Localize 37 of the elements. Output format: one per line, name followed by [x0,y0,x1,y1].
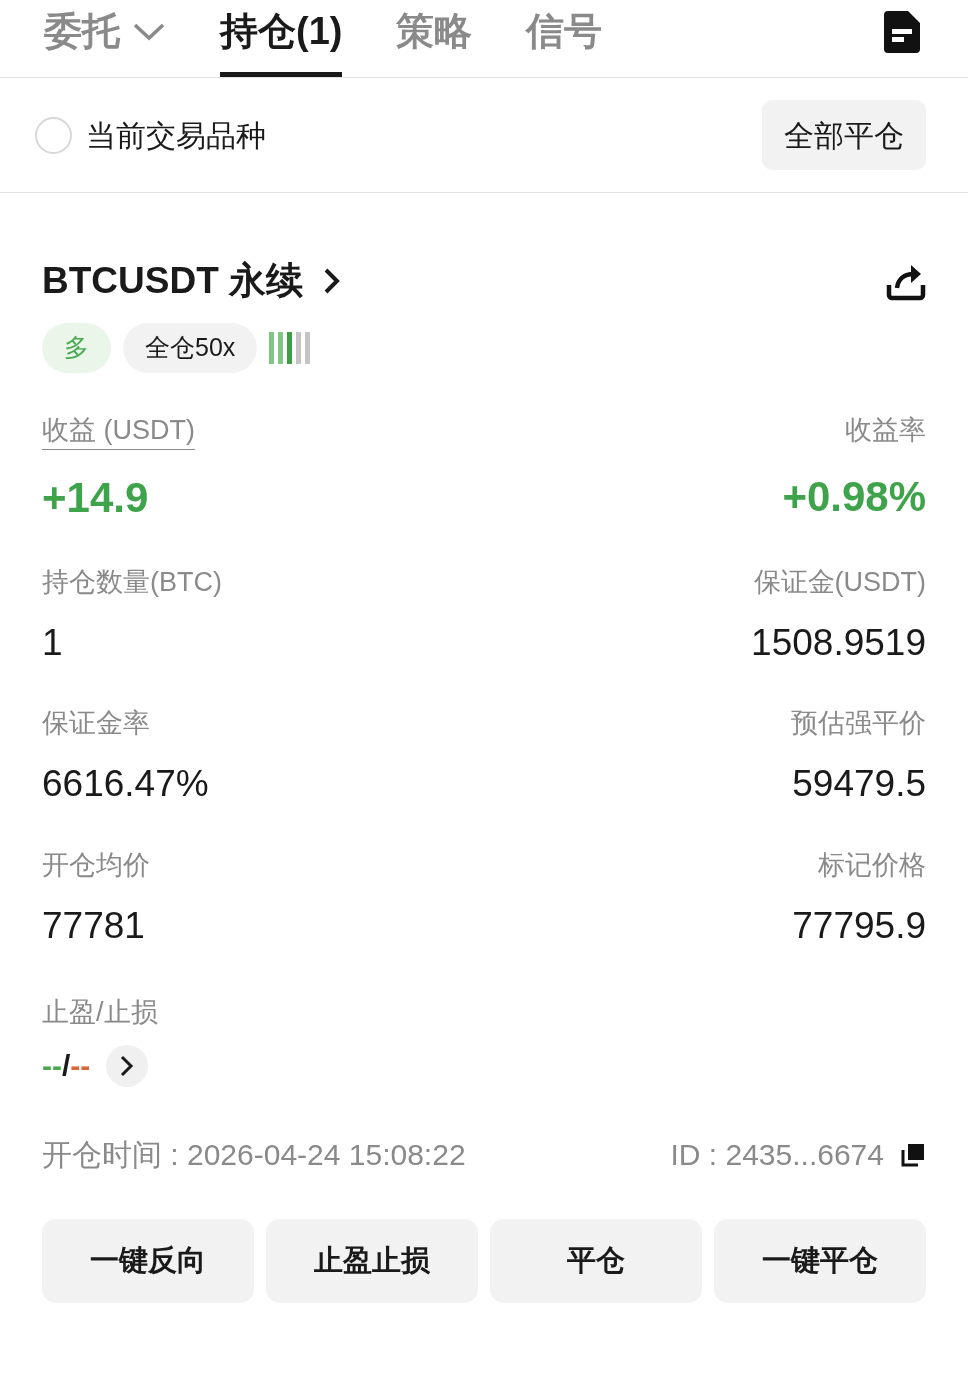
margin-mode-tag: 全仓50x [123,322,258,373]
side-tag: 多 [42,322,111,373]
chevron-down-icon [132,21,166,42]
action-button[interactable]: 一键平仓 [714,1219,926,1303]
tab[interactable]: 持仓(1) [220,0,343,77]
roi-label: 收益率 [845,413,926,447]
field-value: 1508.9519 [751,620,926,665]
copy-icon[interactable] [900,1141,926,1168]
field-label: 持仓数量(BTC) [42,565,222,599]
field-label: 保证金率 [42,707,150,740]
document-icon[interactable] [884,11,920,53]
pnl-value: +14.9 [42,472,149,523]
field-value: 59479.5 [792,762,926,806]
chevron-right-icon[interactable] [323,266,342,295]
field-label: 保证金(USDT) [753,565,926,599]
field-value: 77795.9 [792,903,926,948]
action-button[interactable]: 止盈止损 [266,1219,478,1303]
tpsl-label: 止盈/止损 [42,996,158,1029]
radio-button[interactable] [35,116,72,154]
field-label: 标记价格 [818,848,926,882]
field-value: 1 [42,620,63,665]
symbol-title[interactable]: BTCUSDT 永续 [42,253,304,309]
close-all-button[interactable]: 全部平仓 [762,100,926,170]
open-time: 开仓时间 : 2026-04-24 15:08:22 [42,1137,466,1173]
field-label: 预估强平价 [791,707,926,740]
chevron-right-icon [120,1054,135,1077]
tpsl-separator: / [62,1048,71,1084]
field-value: 77781 [42,903,145,948]
action-button[interactable]: 平仓 [490,1219,702,1303]
action-button[interactable]: 一键反向 [42,1219,254,1303]
field-value: 6616.47% [42,762,209,806]
filter-label: 当前交易品种 [86,117,266,154]
stop-loss-value: -- [70,1048,91,1084]
roi-value: +0.98% [782,471,926,522]
field-label: 开仓均价 [42,848,150,882]
position-id: ID : 2435...6674 [670,1137,884,1173]
take-profit-value: -- [42,1048,62,1084]
